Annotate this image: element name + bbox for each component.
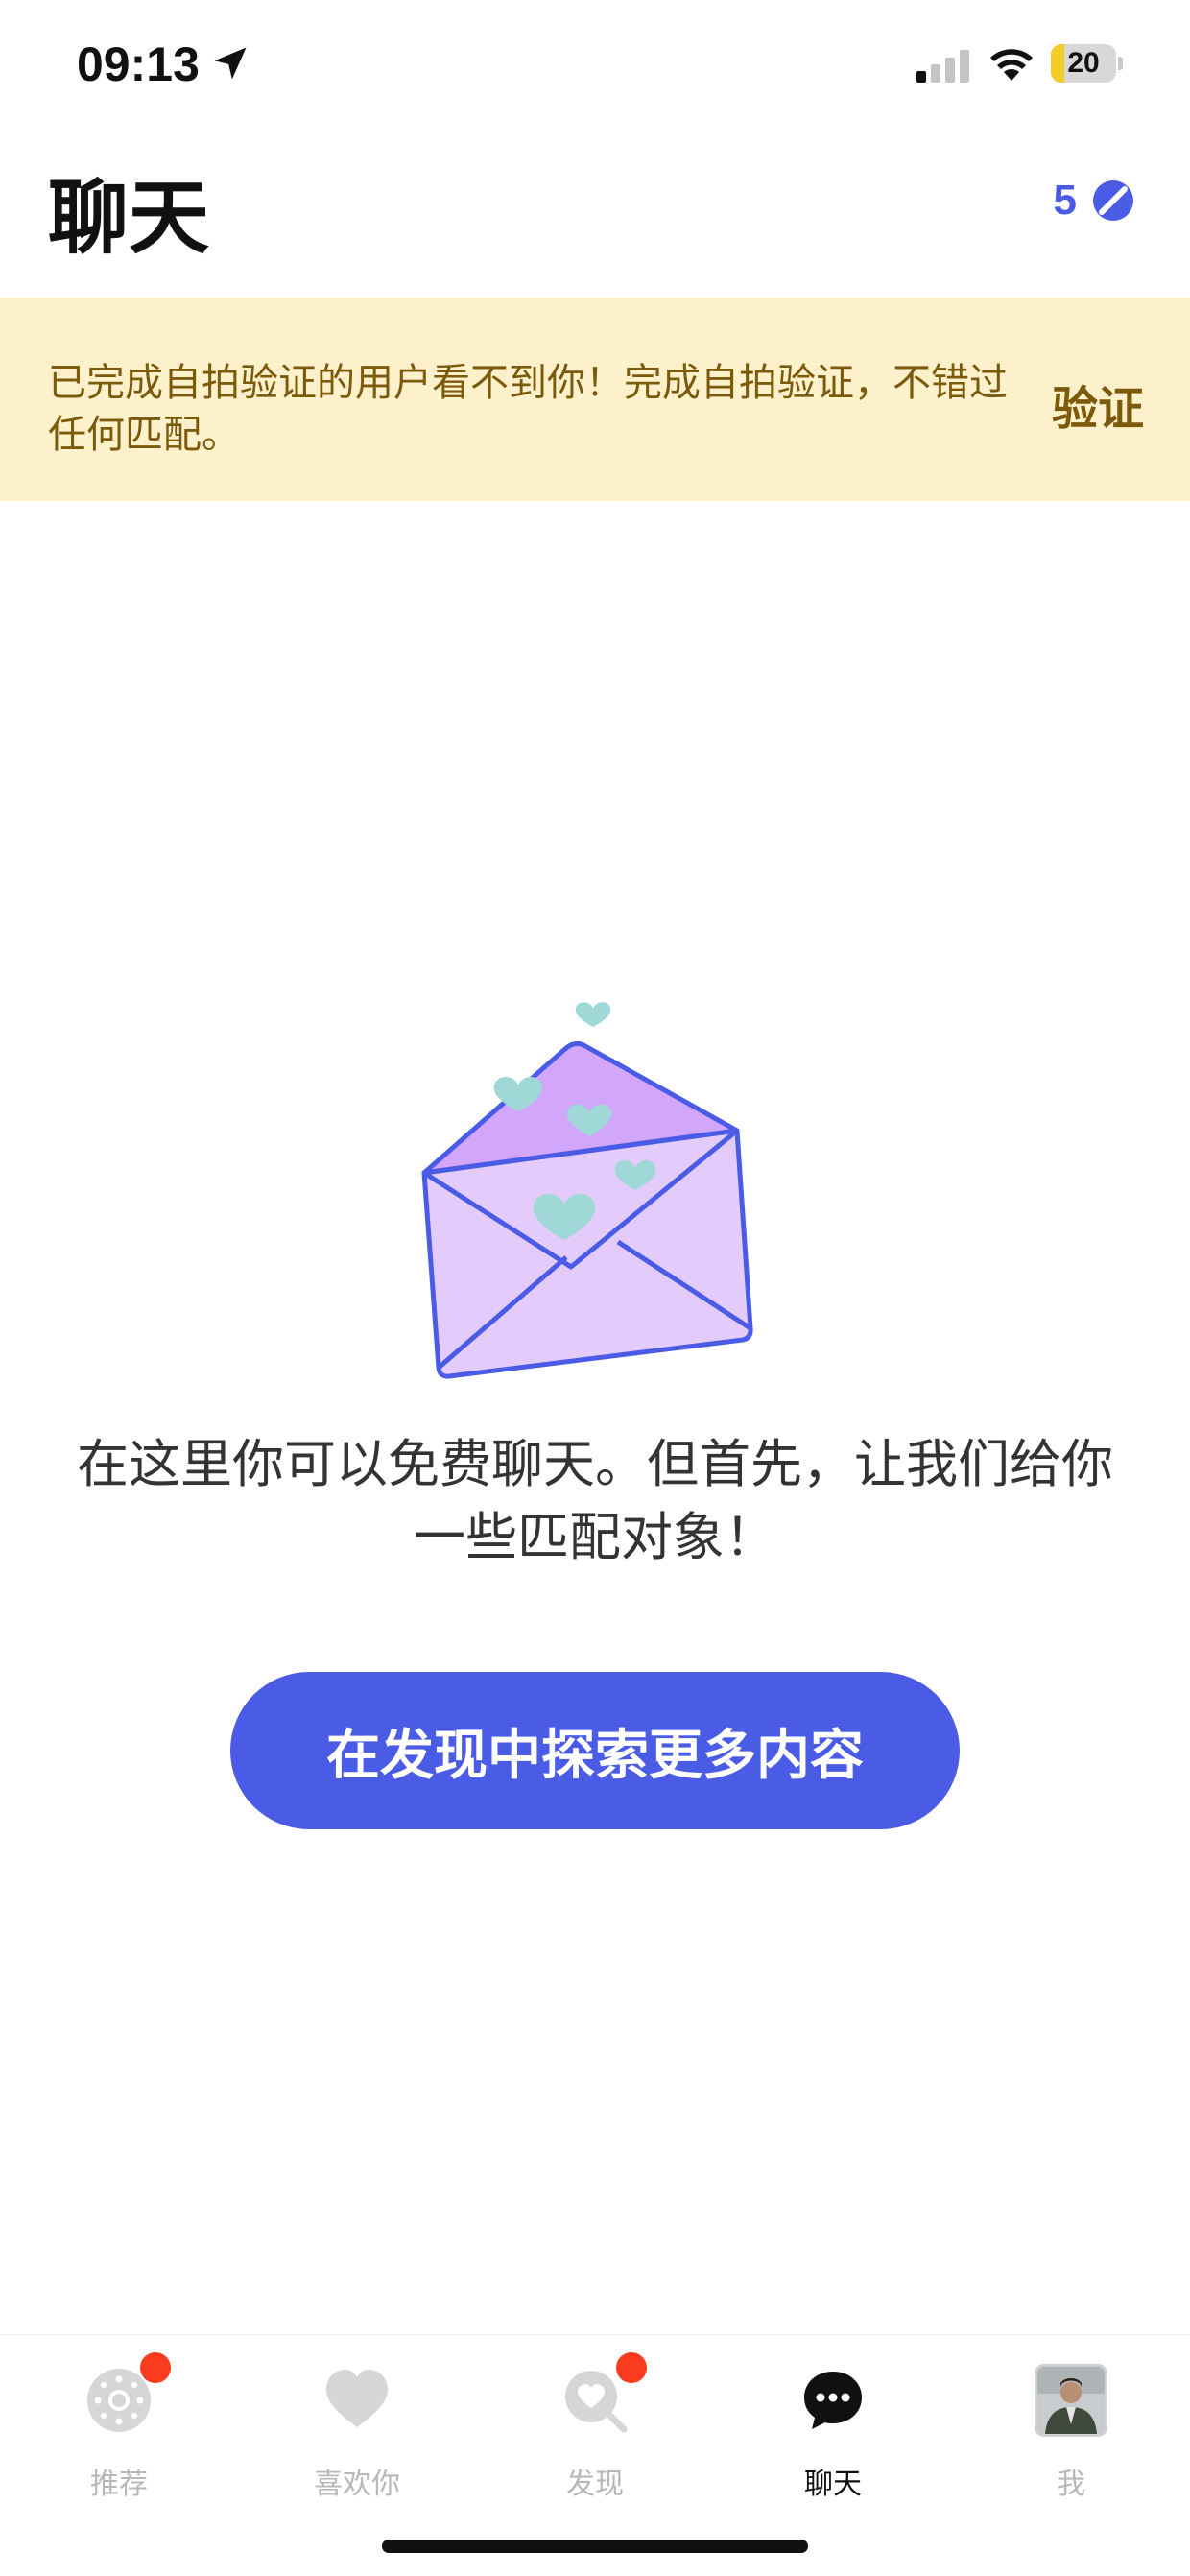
empty-state-message: 在这里你可以免费聊天。但首先，让我们给你一些匹配对象！	[77, 1434, 1113, 1567]
envelope-hearts-illustration	[421, 1002, 753, 1379]
battery-percentage: 20	[1067, 47, 1100, 79]
superlike-counter-button[interactable]: 5	[1054, 177, 1134, 225]
recommend-badge	[140, 2352, 171, 2383]
status-bar: 09:13 20	[0, 0, 1190, 134]
location-arrow-icon	[214, 47, 247, 80]
tab-me[interactable]: 我	[994, 2352, 1148, 2506]
tab-recommend[interactable]: 推荐	[42, 2352, 196, 2506]
battery-charging-icon: 20	[1051, 44, 1124, 83]
selfie-verification-banner: 已完成自拍验证的用户看不到你！完成自拍验证，不错过任何匹配。 验证	[0, 298, 1190, 501]
tab-likes-you[interactable]: 喜欢你	[280, 2352, 434, 2506]
battery-cap	[1118, 57, 1123, 70]
tab-chat[interactable]: 聊天	[756, 2352, 910, 2506]
chat-icon	[804, 2372, 862, 2429]
tab-label-likes-you: 喜欢你	[314, 2468, 400, 2501]
status-time: 09:13	[77, 37, 200, 91]
page-title: 聊天	[48, 171, 210, 265]
tab-label-me: 我	[1057, 2468, 1085, 2501]
cellular-signal-icon	[916, 50, 969, 83]
superlike-icon	[1093, 180, 1133, 221]
chat-screen: 09:13 20 聊天 5 已完成自拍验证的用户看不到你！完成自拍验证，不错过任…	[0, 0, 1190, 2576]
verification-message: 已完成自拍验证的用户看不到你！完成自拍验证，不错过任何匹配。	[48, 361, 1008, 457]
tab-label-recommend: 推荐	[90, 2468, 148, 2501]
battery-body: 20	[1051, 44, 1116, 83]
explore-discover-button[interactable]: 在发现中探索更多内容	[230, 1672, 960, 1829]
avatar	[1035, 2364, 1107, 2437]
avatar-image	[1037, 2367, 1105, 2434]
tab-discover[interactable]: 发现	[518, 2352, 672, 2506]
verify-button[interactable]: 验证	[1052, 370, 1144, 438]
discover-badge	[616, 2352, 647, 2383]
wifi-icon	[990, 49, 1033, 81]
tab-label-chat: 聊天	[804, 2468, 862, 2501]
superlike-count: 5	[1053, 177, 1077, 224]
tab-label-discover: 发现	[566, 2468, 624, 2501]
home-indicator	[382, 2540, 808, 2553]
heart-icon	[326, 2370, 388, 2427]
